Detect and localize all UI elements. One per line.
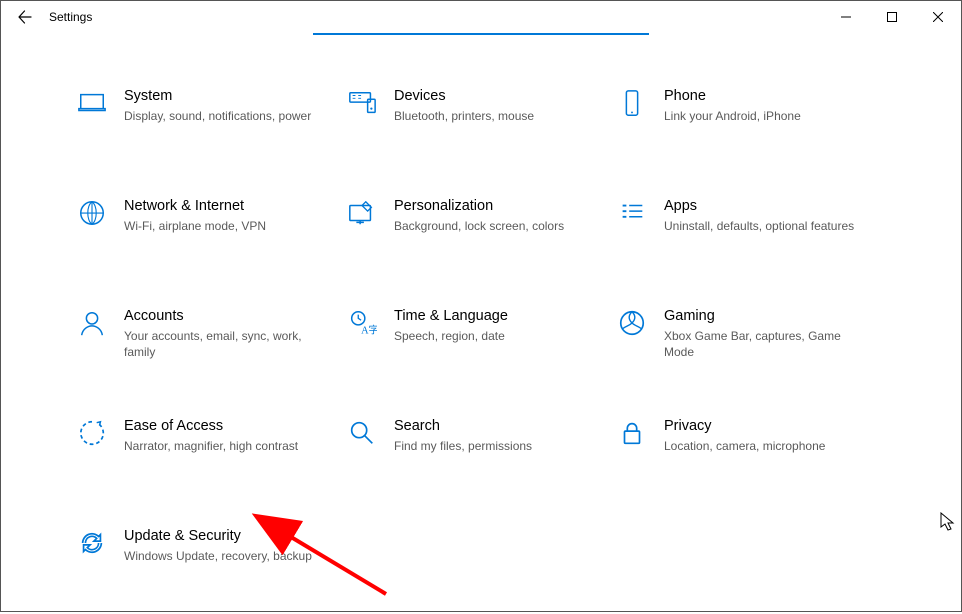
ease-of-access-icon [76, 417, 108, 449]
accounts-icon [76, 307, 108, 339]
tile-label: Search [394, 417, 532, 435]
tile-desc: Link your Android, iPhone [664, 108, 801, 124]
tile-desc: Display, sound, notifications, power [124, 108, 311, 124]
tile-desc: Windows Update, recovery, backup [124, 548, 312, 564]
maximize-button[interactable] [869, 1, 915, 33]
tile-desc: Bluetooth, printers, mouse [394, 108, 534, 124]
tile-label: System [124, 87, 311, 105]
tile-time-language[interactable]: A字 Time & Language Speech, region, date [346, 303, 616, 373]
privacy-icon [616, 417, 648, 449]
tile-personalization[interactable]: Personalization Background, lock screen,… [346, 193, 616, 263]
minimize-button[interactable] [823, 1, 869, 33]
titlebar: Settings [1, 1, 961, 33]
tile-label: Update & Security [124, 527, 312, 545]
tile-update-security[interactable]: Update & Security Windows Update, recove… [76, 523, 346, 593]
personalization-icon [346, 197, 378, 229]
tile-network[interactable]: Network & Internet Wi-Fi, airplane mode,… [76, 193, 346, 263]
maximize-icon [887, 12, 897, 22]
tile-accounts[interactable]: Accounts Your accounts, email, sync, wor… [76, 303, 346, 373]
tile-label: Devices [394, 87, 534, 105]
back-button[interactable] [1, 1, 49, 33]
window-controls [823, 1, 961, 33]
tile-label: Accounts [124, 307, 324, 325]
tile-desc: Xbox Game Bar, captures, Game Mode [664, 328, 864, 360]
tile-label: Time & Language [394, 307, 508, 325]
tile-gaming[interactable]: Gaming Xbox Game Bar, captures, Game Mod… [616, 303, 886, 373]
tile-devices[interactable]: Devices Bluetooth, printers, mouse [346, 83, 616, 153]
tile-label: Ease of Access [124, 417, 298, 435]
tile-label: Privacy [664, 417, 825, 435]
tile-label: Apps [664, 197, 854, 215]
tile-label: Personalization [394, 197, 564, 215]
apps-icon [616, 197, 648, 229]
tile-label: Network & Internet [124, 197, 266, 215]
close-icon [933, 12, 943, 22]
minimize-icon [841, 12, 851, 22]
tile-desc: Background, lock screen, colors [394, 218, 564, 234]
tile-phone[interactable]: Phone Link your Android, iPhone [616, 83, 886, 153]
tile-privacy[interactable]: Privacy Location, camera, microphone [616, 413, 886, 483]
search-icon [346, 417, 378, 449]
tile-desc: Wi-Fi, airplane mode, VPN [124, 218, 266, 234]
tile-desc: Location, camera, microphone [664, 438, 825, 454]
tile-desc: Uninstall, defaults, optional features [664, 218, 854, 234]
window-title: Settings [49, 10, 92, 24]
devices-icon [346, 87, 378, 119]
gaming-icon [616, 307, 648, 339]
tile-search[interactable]: Search Find my files, permissions [346, 413, 616, 483]
tile-system[interactable]: System Display, sound, notifications, po… [76, 83, 346, 153]
tile-label: Gaming [664, 307, 864, 325]
close-button[interactable] [915, 1, 961, 33]
settings-grid: System Display, sound, notifications, po… [76, 83, 886, 593]
tile-apps[interactable]: Apps Uninstall, defaults, optional featu… [616, 193, 886, 263]
tile-label: Phone [664, 87, 801, 105]
tile-desc: Speech, region, date [394, 328, 508, 344]
tile-desc: Your accounts, email, sync, work, family [124, 328, 324, 360]
tile-desc: Find my files, permissions [394, 438, 532, 454]
tile-desc: Narrator, magnifier, high contrast [124, 438, 298, 454]
phone-icon [616, 87, 648, 119]
tile-ease-of-access[interactable]: Ease of Access Narrator, magnifier, high… [76, 413, 346, 483]
time-language-icon: A字 [346, 307, 378, 339]
back-arrow-icon [17, 9, 33, 25]
globe-icon [76, 197, 108, 229]
svg-text:A字: A字 [361, 323, 377, 336]
search-input[interactable] [313, 33, 649, 35]
cursor-icon [940, 512, 956, 532]
update-icon [76, 527, 108, 559]
system-icon [76, 87, 108, 119]
